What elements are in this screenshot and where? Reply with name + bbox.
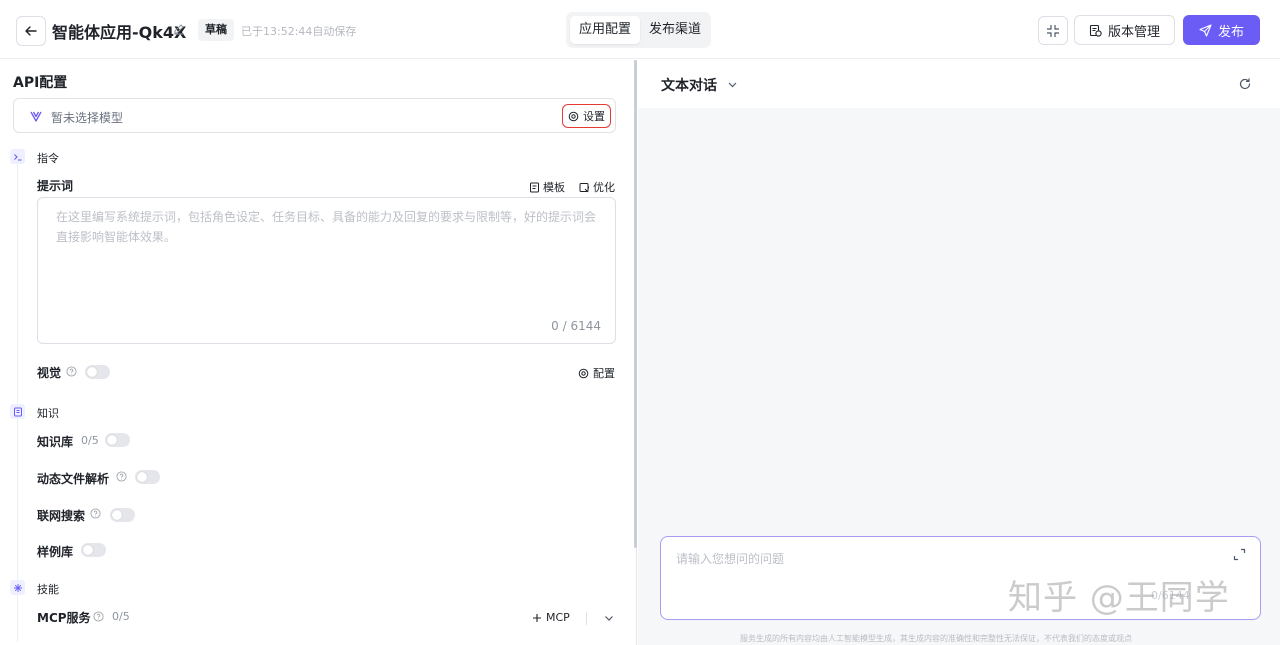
add-mcp-button[interactable]: MCP <box>532 611 570 624</box>
examples-toggle[interactable] <box>81 543 106 557</box>
dynamic-file-toggle[interactable] <box>135 470 160 484</box>
prompt-char-count: 0 / 6144 <box>551 319 601 333</box>
edit-icon[interactable] <box>172 22 186 36</box>
skills-icon <box>10 580 25 595</box>
knowledge-base-toggle[interactable] <box>105 433 130 447</box>
vision-config-label: 配置 <box>593 367 615 380</box>
help-icon[interactable] <box>90 508 101 519</box>
config-scrollbar[interactable] <box>634 60 637 548</box>
settings-label: 设置 <box>583 110 605 123</box>
send-icon <box>1199 23 1212 37</box>
tab-publish-channel[interactable]: 发布渠道 <box>642 16 708 44</box>
help-icon[interactable] <box>116 471 127 482</box>
optimize-label: 优化 <box>593 181 615 194</box>
expand-icon[interactable] <box>1233 548 1246 561</box>
vision-toggle[interactable] <box>85 365 110 379</box>
skills-section-label: 技能 <box>37 583 59 596</box>
top-header: 智能体应用-Qk4X 草稿 已于13:52:44自动保存 应用配置 发布渠道 版… <box>0 0 1280 59</box>
instruction-section-label: 指令 <box>37 152 59 165</box>
help-icon[interactable] <box>93 611 104 622</box>
ai-disclaimer: 服务生成的所有内容均由人工智能模型生成，其生成内容的准确性和完整性无法保证，不代… <box>740 634 1132 643</box>
version-icon <box>1089 24 1102 37</box>
mcp-count: 0/5 <box>112 610 130 623</box>
publish-label: 发布 <box>1217 24 1244 40</box>
autosave-status: 已于13:52:44自动保存 <box>241 25 357 38</box>
web-search-label: 联网搜索 <box>37 509 86 523</box>
optimize-icon <box>579 182 589 192</box>
section-timeline <box>17 162 18 642</box>
divider <box>586 612 587 625</box>
chevron-down-icon[interactable] <box>603 612 615 624</box>
draft-badge: 草稿 <box>198 19 234 41</box>
prompt-placeholder: 在这里编写系统提示词，包括角色设定、任务目标、具备的能力及回复的要求与限制等，好… <box>56 210 597 244</box>
page-tabs: 应用配置 发布渠道 <box>566 12 711 48</box>
version-management-button[interactable]: 版本管理 <box>1074 15 1175 45</box>
add-mcp-label: MCP <box>546 611 570 624</box>
help-icon[interactable] <box>66 366 77 377</box>
chat-mode-title[interactable]: 文本对话 <box>661 75 717 95</box>
settings-icon <box>578 368 589 378</box>
collapse-icon <box>1047 24 1059 37</box>
model-selector[interactable]: 暂未选择模型 设置 <box>13 98 616 133</box>
dynamic-file-label: 动态文件解析 <box>37 472 110 486</box>
template-label: 模板 <box>543 181 565 194</box>
chevron-down-icon[interactable] <box>727 79 738 90</box>
model-settings-button[interactable]: 设置 <box>562 104 611 128</box>
vision-label: 视觉 <box>37 366 62 380</box>
knowledge-icon <box>10 404 25 419</box>
mcp-service-label: MCP服务 <box>37 611 91 625</box>
watermark-text: 知乎 @王同学 <box>1008 578 1230 618</box>
chat-input-placeholder: 请输入您想问的问题 <box>676 552 785 566</box>
plus-icon <box>533 613 541 622</box>
knowledge-base-label: 知识库 <box>37 435 74 449</box>
model-icon <box>30 111 42 122</box>
vision-config-button[interactable]: 配置 <box>578 365 615 381</box>
prompt-label: 提示词 <box>37 179 74 193</box>
config-panel <box>0 60 637 645</box>
knowledge-section-label: 知识 <box>37 407 59 420</box>
back-button[interactable] <box>16 16 46 46</box>
prompt-textarea[interactable]: 在这里编写系统提示词，包括角色设定、任务目标、具备的能力及回复的要求与限制等，好… <box>37 197 616 344</box>
examples-label: 样例库 <box>37 545 74 559</box>
publish-button[interactable]: 发布 <box>1183 15 1260 45</box>
template-icon <box>530 182 539 192</box>
arrow-left-icon <box>25 26 37 36</box>
version-label: 版本管理 <box>1107 24 1160 40</box>
refresh-icon[interactable] <box>1238 77 1252 91</box>
api-config-title: API配置 <box>13 75 68 91</box>
template-button[interactable]: 模板 <box>529 179 565 195</box>
app-title: 智能体应用-Qk4X <box>52 23 187 42</box>
optimize-button[interactable]: 优化 <box>579 179 615 195</box>
terminal-icon <box>10 149 25 164</box>
collapse-button[interactable] <box>1038 16 1068 45</box>
knowledge-base-count: 0/5 <box>81 434 99 447</box>
model-placeholder: 暂未选择模型 <box>51 111 124 125</box>
settings-icon <box>568 111 579 121</box>
web-search-toggle[interactable] <box>110 508 135 522</box>
tab-app-config[interactable]: 应用配置 <box>570 16 640 44</box>
